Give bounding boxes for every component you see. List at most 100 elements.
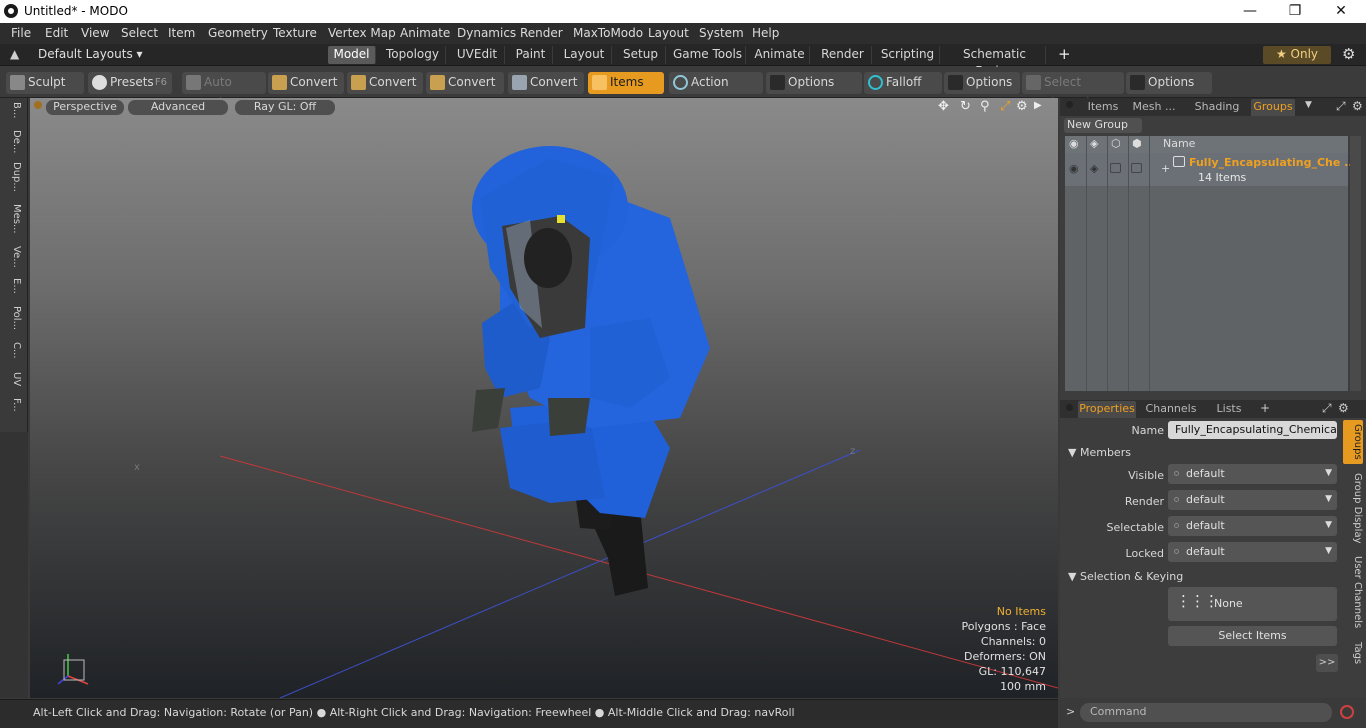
visible-select[interactable]: default ▼ <box>1168 464 1337 484</box>
only-toggle[interactable]: ★ Only <box>1263 46 1331 64</box>
groups-scrollbar[interactable] <box>1350 136 1361 391</box>
close-button[interactable]: ✕ <box>1318 0 1364 23</box>
menu-view[interactable]: View <box>81 26 109 40</box>
strip-tab-polygon[interactable]: Pol... <box>2 306 22 330</box>
convert-button-2[interactable]: Convert <box>347 72 423 94</box>
command-input[interactable]: Command <box>1080 703 1332 722</box>
panel-menu-icon-2[interactable] <box>1066 404 1073 411</box>
tab-layout[interactable]: Layout <box>557 46 612 64</box>
strip-tab-vertex[interactable]: Ve... <box>2 246 22 268</box>
options-button-3[interactable]: Options <box>1126 72 1212 94</box>
tab-setup[interactable]: Setup <box>616 46 666 64</box>
row-lock-checkbox[interactable] <box>1110 163 1121 173</box>
selectable-select[interactable]: default ▼ <box>1168 516 1337 536</box>
default-layouts-dropdown[interactable]: Default Layouts ▾ <box>38 47 143 61</box>
row-render-icon[interactable]: ◈ <box>1090 162 1098 175</box>
menu-layout[interactable]: Layout <box>648 26 689 40</box>
strip-tab-uv[interactable]: UV <box>2 372 22 386</box>
options-button-1[interactable]: Options <box>766 72 862 94</box>
items-mode-button[interactable]: Items <box>588 72 664 94</box>
options-button-2[interactable]: Options <box>944 72 1020 94</box>
tab-schematic-fusion[interactable]: Schematic Fusion <box>944 46 1046 78</box>
name-column-header[interactable]: Name <box>1163 137 1195 150</box>
row-eye-icon[interactable]: ◉ <box>1069 162 1079 175</box>
menu-geometry[interactable]: Geometry <box>208 26 268 40</box>
render-select[interactable]: default ▼ <box>1168 490 1337 510</box>
menu-item[interactable]: Item <box>168 26 195 40</box>
panel-gear-icon-2[interactable]: ⚙ <box>1338 401 1349 415</box>
expand-icon[interactable]: ⤢ <box>1336 99 1346 114</box>
tab-render[interactable]: Render <box>814 46 872 64</box>
strip-tab-mesh[interactable]: Mes... <box>2 204 22 234</box>
tab-scripting[interactable]: Scripting <box>876 46 940 64</box>
convert-button-3[interactable]: Convert <box>426 72 504 94</box>
locked-select[interactable]: default ▼ <box>1168 542 1337 562</box>
tab-topology[interactable]: Topology <box>380 46 446 64</box>
menu-dynamics[interactable]: Dynamics <box>457 26 516 40</box>
record-icon[interactable] <box>1340 705 1354 719</box>
strip-tab-edge[interactable]: E... <box>2 278 22 294</box>
tab-properties[interactable]: Properties <box>1078 401 1136 418</box>
menu-render[interactable]: Render <box>520 26 563 40</box>
restore-button[interactable]: ❐ <box>1272 0 1318 23</box>
add-tab-button[interactable]: + <box>1058 45 1071 63</box>
select-column-icon[interactable]: ⬢ <box>1132 137 1142 150</box>
tab-groups[interactable]: Groups <box>1251 99 1295 116</box>
selection-keying-section-header[interactable]: ▼ Selection & Keying <box>1068 570 1183 583</box>
tab-lists[interactable]: Lists <box>1206 401 1252 418</box>
tab-animate[interactable]: Animate <box>750 46 810 64</box>
render-column-icon[interactable]: ◈ <box>1090 137 1098 150</box>
select-items-button[interactable]: Select Items <box>1168 626 1337 646</box>
auto-select-button[interactable]: Auto Select <box>182 72 266 110</box>
group-name-field[interactable]: Fully_Encapsulating_Chemical_Pr <box>1168 421 1337 439</box>
menu-vertex-map[interactable]: Vertex Map <box>328 26 396 40</box>
menu-animate[interactable]: Animate <box>400 26 450 40</box>
menu-texture[interactable]: Texture <box>273 26 317 40</box>
panel-gear-icon[interactable]: ⚙ <box>1352 99 1363 113</box>
tab-game-tools[interactable]: Game Tools <box>670 46 746 64</box>
strip-tab-fusion[interactable]: F... <box>2 398 22 412</box>
menu-system[interactable]: System <box>699 26 744 40</box>
add-properties-tab-button[interactable]: + <box>1260 401 1270 415</box>
convert-button-1[interactable]: Convert <box>268 72 344 94</box>
side-tab-group-display[interactable]: Group Display <box>1343 470 1363 546</box>
strip-tab-deform[interactable]: De... <box>2 130 22 153</box>
gear-icon[interactable]: ⚙ <box>1342 45 1355 63</box>
row-select-checkbox[interactable] <box>1131 163 1142 173</box>
none-button[interactable]: ⋮⋮⋮ None <box>1168 587 1337 621</box>
expand-group-icon[interactable]: + <box>1161 162 1170 175</box>
menu-edit[interactable]: Edit <box>45 26 68 40</box>
convert-button-4[interactable]: Convert <box>508 72 584 94</box>
members-section-header[interactable]: ▼ Members <box>1068 446 1131 459</box>
tab-shading[interactable]: Shading <box>1184 99 1250 116</box>
3d-viewport[interactable]: Perspective Advanced Ray GL: Off ✥ ↻ ⚲ ⤢… <box>30 98 1058 698</box>
tab-channels[interactable]: Channels <box>1142 401 1200 418</box>
presets-button[interactable]: Presets F6 <box>88 72 172 94</box>
side-tab-user-channels[interactable]: User Channels <box>1343 554 1363 630</box>
side-tab-tags[interactable]: Tags <box>1343 638 1363 668</box>
tabs-dropdown-icon[interactable]: ▼ <box>1305 100 1312 110</box>
strip-tab-basic[interactable]: B... <box>2 102 22 118</box>
sculpt-button[interactable]: Sculpt <box>6 72 84 94</box>
menu-select[interactable]: Select <box>121 26 158 40</box>
tab-paint[interactable]: Paint <box>509 46 553 64</box>
tab-mesh[interactable]: Mesh ... <box>1126 99 1182 116</box>
select-through-button[interactable]: Select Through <box>1022 72 1124 110</box>
group-name[interactable]: Fully_Encapsulating_Che ... <box>1189 156 1357 169</box>
menu-help[interactable]: Help <box>752 26 779 40</box>
tab-items[interactable]: Items <box>1082 99 1124 116</box>
eye-column-icon[interactable]: ◉ <box>1069 137 1079 150</box>
strip-tab-curve[interactable]: C... <box>2 342 22 359</box>
menu-file[interactable]: File <box>11 26 31 40</box>
tab-uvedit[interactable]: UVEdit <box>450 46 505 64</box>
action-center-button[interactable]: Action Center <box>669 72 763 110</box>
minimize-button[interactable]: — <box>1227 0 1273 23</box>
more-button[interactable]: >> <box>1316 654 1338 672</box>
falloff-button[interactable]: Falloff <box>864 72 942 94</box>
side-tab-groups[interactable]: Groups <box>1343 420 1363 464</box>
new-group-button[interactable]: New Group <box>1064 118 1142 133</box>
panel-menu-icon[interactable] <box>1066 101 1073 108</box>
strip-tab-duplicate[interactable]: Dup... <box>2 162 22 192</box>
menu-maxtomodo[interactable]: MaxToModo <box>573 26 643 40</box>
tab-model[interactable]: Model <box>328 46 376 64</box>
